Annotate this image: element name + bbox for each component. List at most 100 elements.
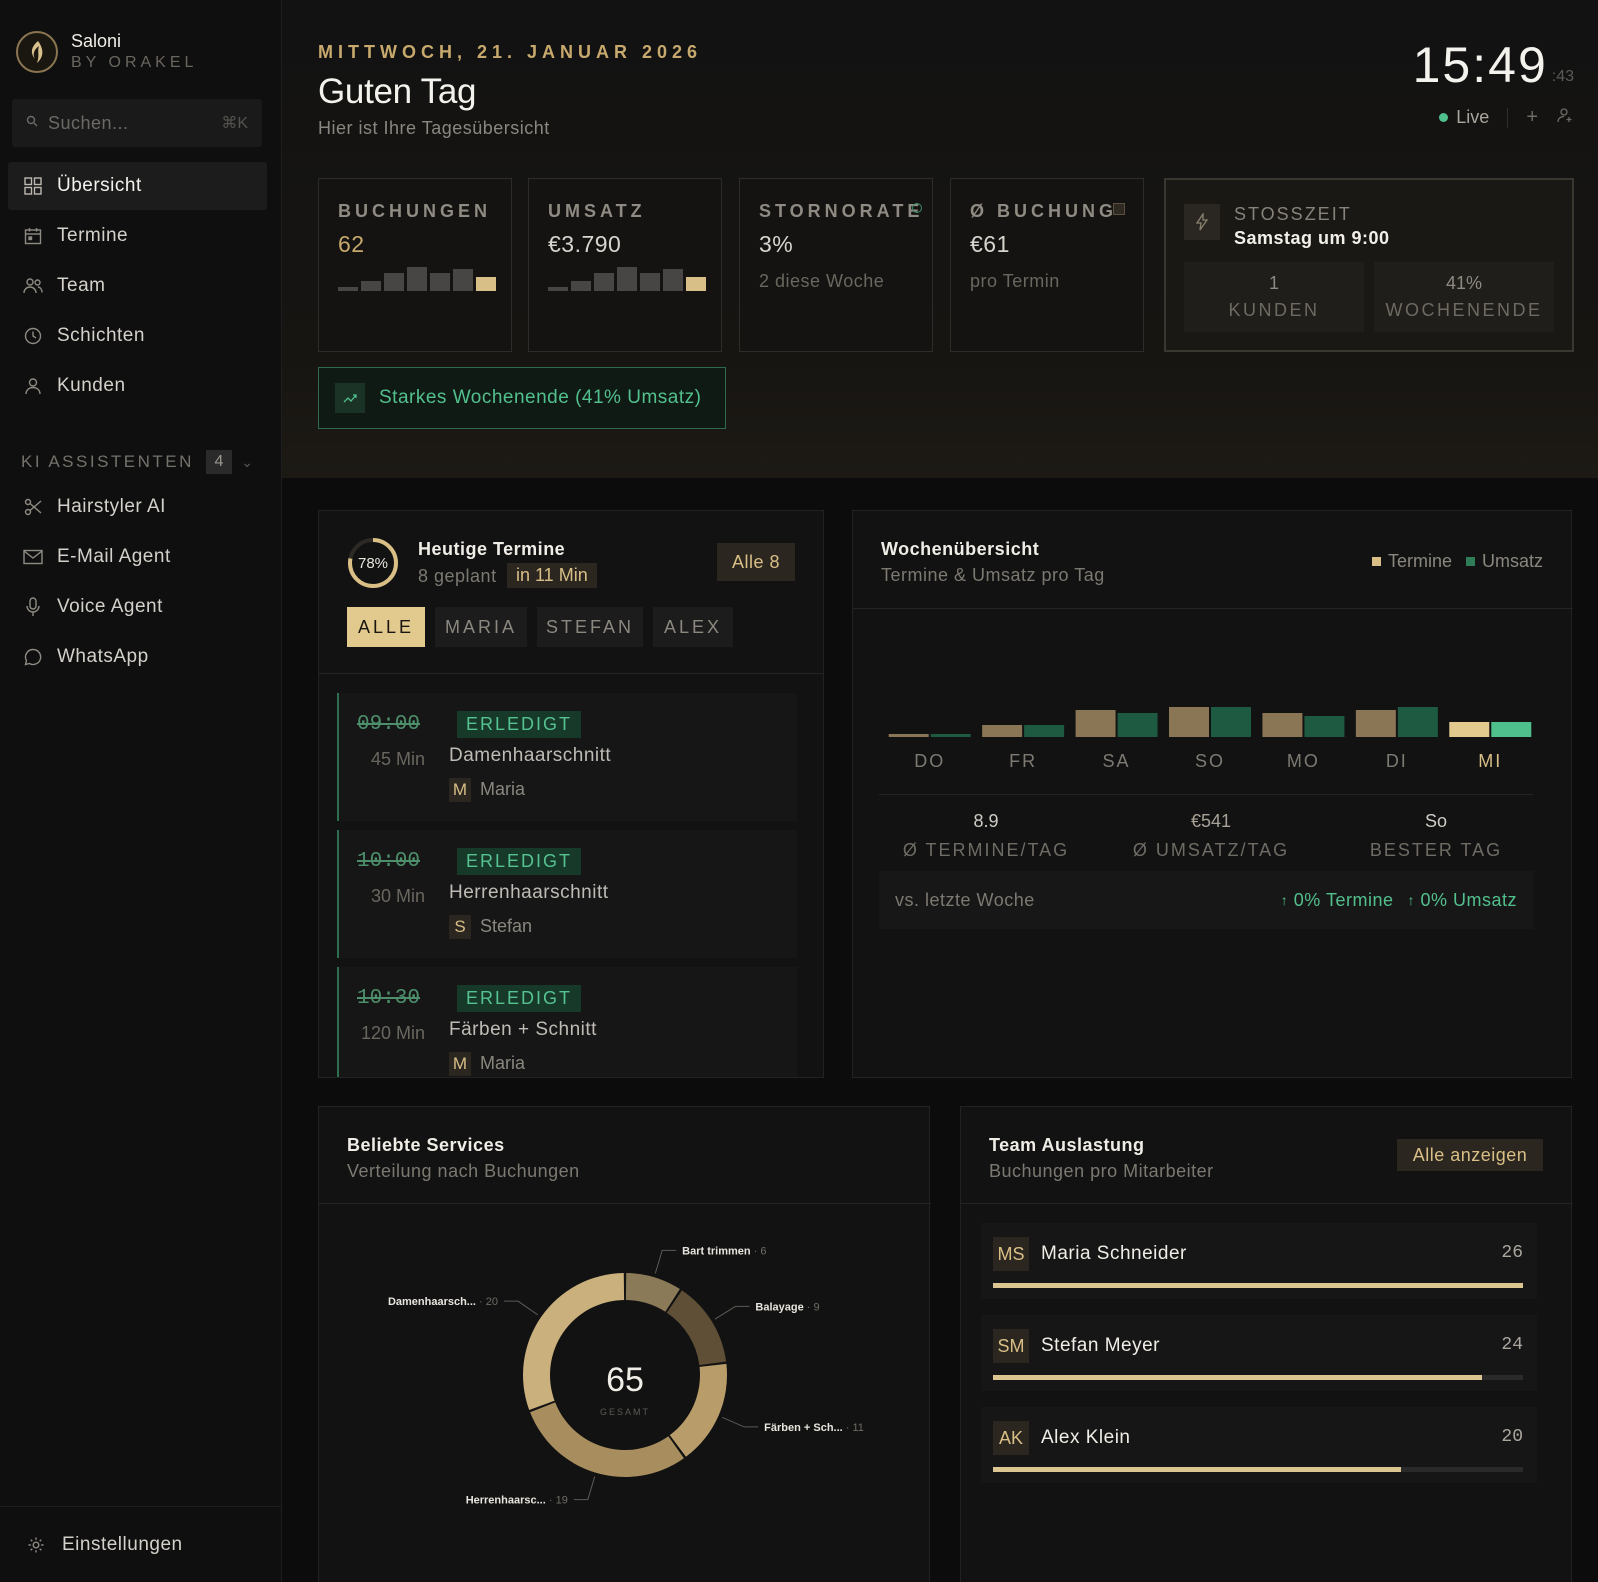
sidebar-item-whatsapp[interactable]: WhatsApp	[8, 633, 267, 681]
tab-maria[interactable]: MARIA	[435, 607, 527, 647]
info-icon[interactable]	[912, 203, 922, 213]
tab-alle[interactable]: ALLE	[347, 607, 425, 647]
clock-seconds: :43	[1551, 68, 1574, 85]
bar-umsatz-mo	[1304, 716, 1345, 737]
sidebar-item-team[interactable]: Team	[8, 262, 267, 310]
kpi-bookings[interactable]: BUCHUNGEN 62	[318, 178, 512, 352]
appointment-duration: 30 Min	[370, 886, 425, 906]
kpi-subtitle: 2 diese Woche	[759, 271, 885, 291]
appointment-staff: Stefan	[480, 916, 533, 936]
member-count: 26	[1501, 1243, 1523, 1263]
utilization-bar	[993, 1283, 1523, 1288]
search-placeholder: Suchen...	[48, 112, 129, 133]
info-icon[interactable]	[1113, 203, 1125, 215]
status-badge: ERLEDIGT	[457, 711, 582, 738]
sidebar-item-termine[interactable]: Termine	[8, 212, 267, 260]
donut-total: 65	[606, 1361, 644, 1399]
kpi-title: STORNORATE	[759, 201, 924, 221]
appointment-time: 10:00	[357, 850, 421, 873]
bar-termine-mo	[1262, 713, 1303, 737]
sidebar-item-label: Team	[57, 275, 106, 296]
search-icon	[26, 114, 38, 132]
sparkline-bar	[640, 273, 660, 291]
tab-alex[interactable]: ALEX	[653, 607, 733, 647]
kpi-cancel-rate[interactable]: STORNORATE 3% 2 diese Woche	[739, 178, 933, 352]
sidebar-item-label: WhatsApp	[57, 646, 149, 667]
stat-value: So	[1424, 811, 1448, 831]
sidebar-item-label: Schichten	[57, 325, 145, 346]
clock-icon	[23, 326, 43, 346]
peak-weekend-value: 41%	[1445, 273, 1483, 293]
donut-slice[interactable]	[666, 1290, 727, 1366]
sidebar-item-voice-agent[interactable]: Voice Agent	[8, 583, 267, 631]
search-input[interactable]: Suchen... ⌘K	[12, 99, 262, 147]
brand-name: Saloni	[71, 31, 122, 51]
avatar: AK	[993, 1421, 1029, 1455]
sidebar-item-schichten[interactable]: Schichten	[8, 312, 267, 360]
sidebar-item-label: Voice Agent	[57, 596, 163, 617]
sidebar-item-uebersicht[interactable]: Übersicht	[8, 162, 267, 210]
trend-label: Starkes Wochenende (41% Umsatz)	[379, 387, 702, 408]
arrow-up-icon: ↑	[1280, 892, 1288, 908]
team-member-row[interactable]: AK Alex Klein 20	[981, 1407, 1537, 1483]
kpi-value: 62	[338, 231, 365, 257]
bar-termine-sa	[1075, 710, 1116, 737]
settings-label: Einstellungen	[62, 1533, 183, 1555]
appointment-item[interactable]: 09:00 45 Min ERLEDIGT Damenhaarschnitt M…	[337, 693, 797, 821]
appointment-item[interactable]: 10:30 120 Min ERLEDIGT Färben + Schnitt …	[337, 967, 797, 1077]
comparison-label: vs. letzte Woche	[895, 889, 1035, 910]
x-tick-label: MO	[1286, 751, 1320, 771]
sidebar-item-hairstyler[interactable]: Hairstyler AI	[8, 483, 267, 531]
all-appointments-button[interactable]: Alle 8	[717, 543, 795, 581]
stat-avg-revenue: €541 Ø UMSATZ/TAG	[1106, 811, 1316, 861]
team-member-row[interactable]: SM Stefan Meyer 24	[981, 1315, 1537, 1391]
bar-termine-do	[888, 734, 929, 737]
clock-time: 15:49	[1412, 37, 1548, 93]
plus-icon[interactable]: +	[1526, 106, 1538, 129]
sidebar-item-email-agent[interactable]: E-Mail Agent	[8, 533, 267, 581]
donut-slice-label: Damenhaarsch... · 20	[388, 1296, 498, 1308]
bar-termine-so	[1169, 707, 1209, 737]
settings-button[interactable]: Einstellungen	[0, 1506, 282, 1582]
progress-ring-label: 78%	[357, 554, 389, 572]
team-member-row[interactable]: MS Maria Schneider 26	[981, 1223, 1537, 1299]
live-dot-icon	[1439, 113, 1449, 122]
appointment-item[interactable]: 10:00 30 Min ERLEDIGT Herrenhaarschnitt …	[337, 830, 797, 958]
utilization-bar	[993, 1375, 1483, 1380]
sparkline-bar	[686, 277, 706, 291]
sidebar-item-kunden[interactable]: Kunden	[8, 362, 267, 410]
ai-section-header[interactable]: KI ASSISTENTEN 4 ⌄	[21, 450, 253, 474]
add-user-icon[interactable]	[1556, 106, 1574, 129]
brand[interactable]: Saloni BY ORAKEL	[16, 30, 197, 74]
tab-stefan[interactable]: STEFAN	[537, 607, 643, 647]
stat-best-day: So BESTER TAG	[1331, 811, 1541, 861]
hero-section: MITTWOCH, 21. JANUAR 2026 Guten Tag Hier…	[282, 0, 1598, 478]
stat-value: 8.9	[973, 811, 999, 831]
x-tick-label: SA	[1102, 751, 1131, 771]
peak-weekend-label: WOCHENENDE	[1385, 300, 1543, 320]
donut-slice[interactable]	[669, 1363, 727, 1457]
kpi-revenue[interactable]: UMSATZ €3.790	[528, 178, 722, 352]
chat-icon	[23, 647, 43, 667]
legend-termine: Termine	[1387, 551, 1452, 571]
today-appointments-card: 78% Heutige Termine 8 geplant in 11 Min …	[318, 510, 824, 1078]
donut-total-label: GESAMT	[600, 1407, 650, 1417]
donut-leader-line	[721, 1416, 759, 1428]
peak-time-card[interactable]: STOSSZEIT Samstag um 9:00 1 KUNDEN 41% W…	[1164, 178, 1574, 352]
legend-swatch-umsatz	[1465, 557, 1475, 566]
trend-insight[interactable]: Starkes Wochenende (41% Umsatz)	[318, 367, 726, 429]
scissors-icon	[23, 497, 43, 517]
stat-avg-appointments: 8.9 Ø TERMINE/TAG	[881, 811, 1091, 861]
kpi-avg-booking[interactable]: Ø BUCHUNG €61 pro Termin	[950, 178, 1144, 352]
bar-umsatz-mi	[1491, 722, 1532, 737]
ai-section-title: KI ASSISTENTEN	[21, 452, 194, 471]
peak-customers: 1 KUNDEN	[1184, 262, 1364, 332]
sidebar-item-label: Übersicht	[57, 175, 142, 196]
sidebar-item-label: Termine	[57, 225, 129, 246]
appointment-staff: Maria	[480, 779, 526, 799]
sparkline-bar	[430, 273, 450, 291]
show-all-button[interactable]: Alle anzeigen	[1397, 1139, 1543, 1171]
bar-umsatz-fr	[1024, 725, 1065, 737]
chevron-down-icon[interactable]: ⌄	[241, 454, 253, 471]
grid-icon	[23, 176, 43, 196]
